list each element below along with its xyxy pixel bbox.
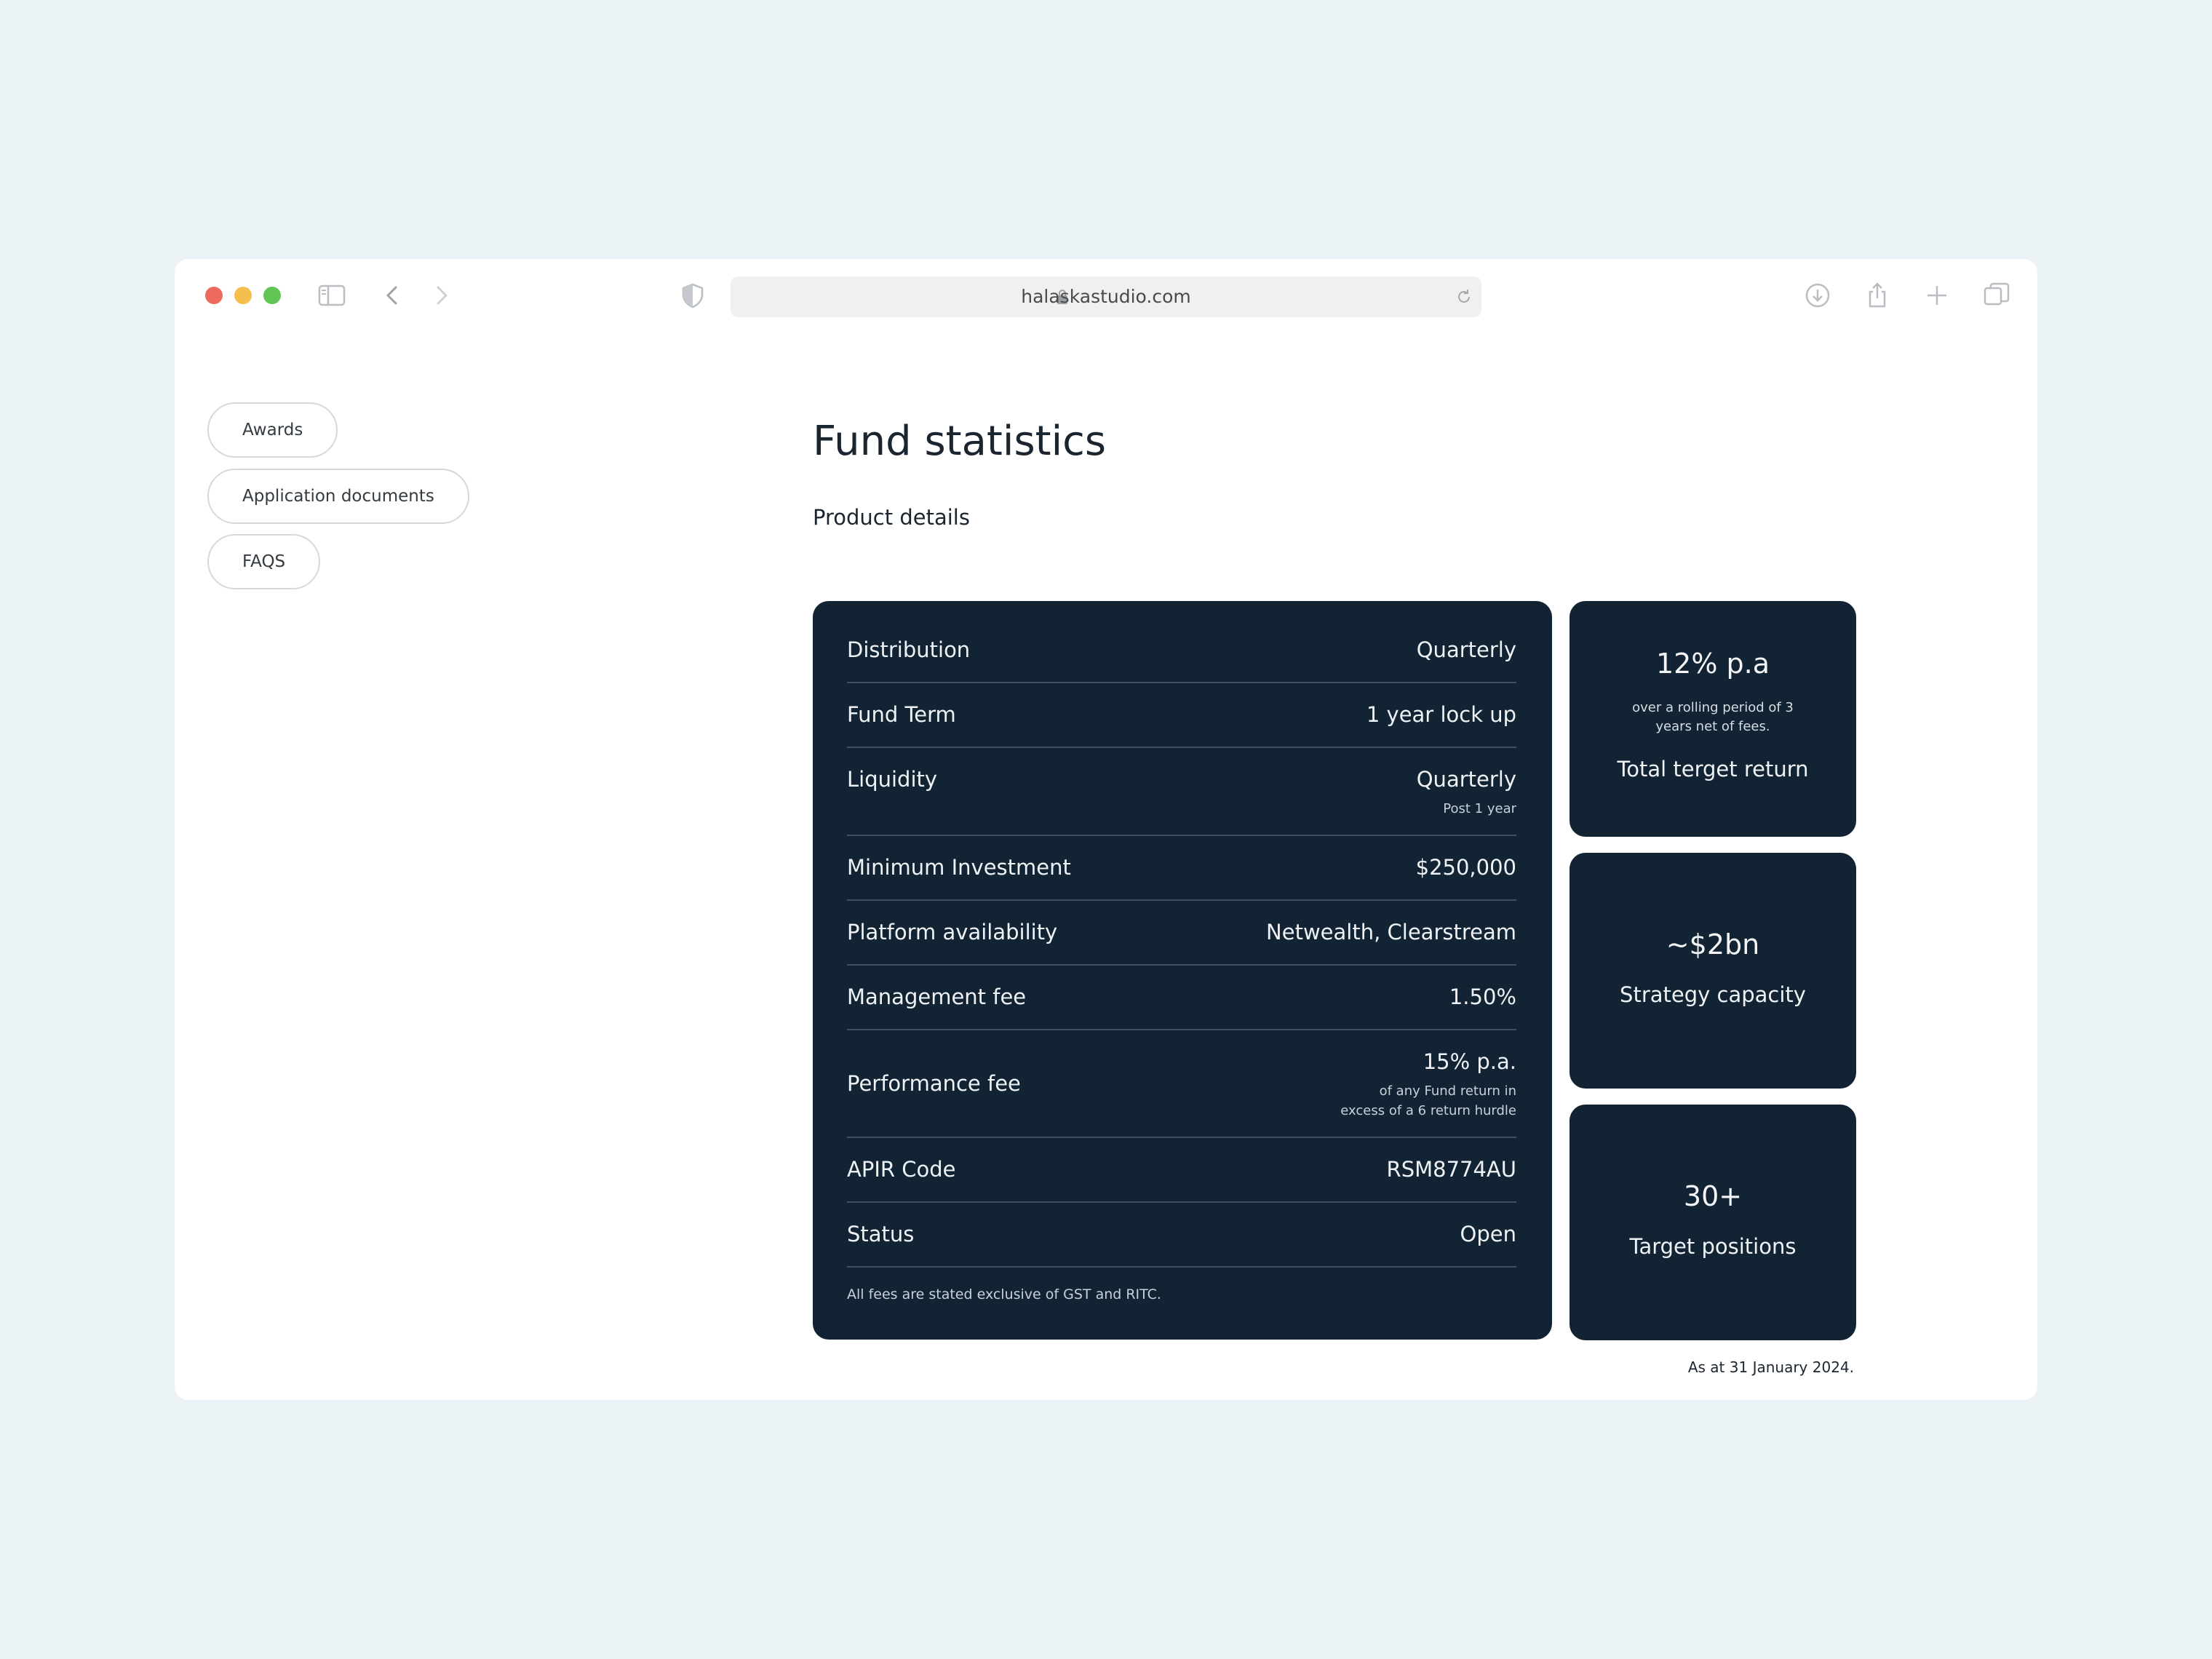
browser-toolbar: halaskastudio.com: [175, 259, 2037, 332]
row-value: RSM8774AU: [1386, 1157, 1516, 1182]
zoom-window-button[interactable]: [263, 287, 281, 304]
share-icon[interactable]: [1863, 281, 1892, 310]
row-value: 1 year lock up: [1366, 702, 1516, 727]
row-value: 1.50%: [1449, 984, 1516, 1009]
row-label: Management fee: [847, 984, 1027, 1009]
row-label: Status: [847, 1222, 915, 1246]
as-at-date: As at 31 January 2024.: [1687, 1358, 1854, 1376]
page-title: Fund statistics: [813, 418, 1107, 465]
stat-caption: Total terget return: [1617, 757, 1809, 781]
row-label: Distribution: [847, 637, 971, 662]
shield-icon[interactable]: [678, 281, 707, 310]
row-note: Post 1 year: [1443, 801, 1516, 816]
row-label: Platform availability: [847, 920, 1058, 944]
row-label: Minimum Investment: [847, 855, 1071, 880]
minimize-window-button[interactable]: [234, 287, 252, 304]
row-note-line-1: of any Fund return in: [1379, 1083, 1516, 1099]
row-value: Quarterly: [1416, 767, 1516, 792]
sidebar-item-faqs[interactable]: FAQS: [207, 534, 321, 589]
fees-footnote: All fees are stated exclusive of GST and…: [847, 1286, 1161, 1302]
row-value: Quarterly: [1416, 637, 1516, 662]
back-icon[interactable]: [378, 281, 407, 310]
row-note-line-2: excess of a 6 return hurdle: [1340, 1103, 1516, 1118]
product-details-panel: Distribution Quarterly Fund Term 1 year …: [813, 601, 1552, 1340]
stat-caption: Strategy capacity: [1620, 982, 1806, 1007]
row-value: $250,000: [1415, 855, 1516, 880]
reload-icon[interactable]: [1454, 287, 1474, 307]
stat-value: 12% p.a: [1655, 648, 1770, 680]
row-label: Performance fee: [847, 1071, 1021, 1096]
download-icon[interactable]: [1803, 281, 1832, 310]
stat-card-target-positions: 30+ Target positions: [1570, 1105, 1856, 1340]
detail-row-distribution: Distribution Quarterly: [847, 601, 1516, 683]
sidebar-item-application-documents[interactable]: Application documents: [207, 469, 469, 524]
stat-caption: Target positions: [1629, 1234, 1797, 1259]
stat-card-target-return: 12% p.a over a rolling period of 3 years…: [1570, 601, 1856, 837]
detail-row-management-fee: Management fee 1.50%: [847, 964, 1516, 1030]
address-bar[interactable]: halaskastudio.com: [731, 276, 1481, 317]
address-url: halaskastudio.com: [1021, 286, 1191, 307]
row-label: APIR Code: [847, 1157, 956, 1182]
sidebar-toggle-icon[interactable]: [317, 281, 346, 310]
row-value: Netwealth, Clearstream: [1266, 920, 1516, 944]
stat-value: ~$2bn: [1666, 928, 1760, 960]
detail-row-liquidity: Liquidity Quarterly Post 1 year: [847, 747, 1516, 836]
new-tab-icon[interactable]: [1922, 281, 1952, 310]
browser-window: halaskastudio.com Awards Application doc…: [175, 259, 2037, 1400]
detail-row-fund-term: Fund Term 1 year lock up: [847, 682, 1516, 748]
stat-value: 30+: [1683, 1180, 1743, 1212]
detail-row-apir-code: APIR Code RSM8774AU: [847, 1137, 1516, 1203]
close-window-button[interactable]: [205, 287, 223, 304]
tabs-overview-icon[interactable]: [1982, 281, 2011, 310]
sidebar-item-awards[interactable]: Awards: [207, 402, 338, 458]
row-value: 15% p.a.: [1423, 1049, 1516, 1074]
forward-icon[interactable]: [426, 281, 455, 310]
detail-row-platform-availability: Platform availability Netwealth, Clearst…: [847, 899, 1516, 966]
row-value: Open: [1460, 1222, 1516, 1246]
detail-row-minimum-investment: Minimum Investment $250,000: [847, 835, 1516, 901]
detail-row-performance-fee: Performance fee 15% p.a. of any Fund ret…: [847, 1029, 1516, 1138]
row-label: Fund Term: [847, 702, 956, 727]
row-label: Liquidity: [847, 767, 938, 792]
detail-row-status: Status Open: [847, 1201, 1516, 1268]
section-subtitle: Product details: [813, 505, 970, 530]
stat-detail: over a rolling period of 3 years net of …: [1632, 700, 1794, 734]
stat-card-strategy-capacity: ~$2bn Strategy capacity: [1570, 853, 1856, 1089]
